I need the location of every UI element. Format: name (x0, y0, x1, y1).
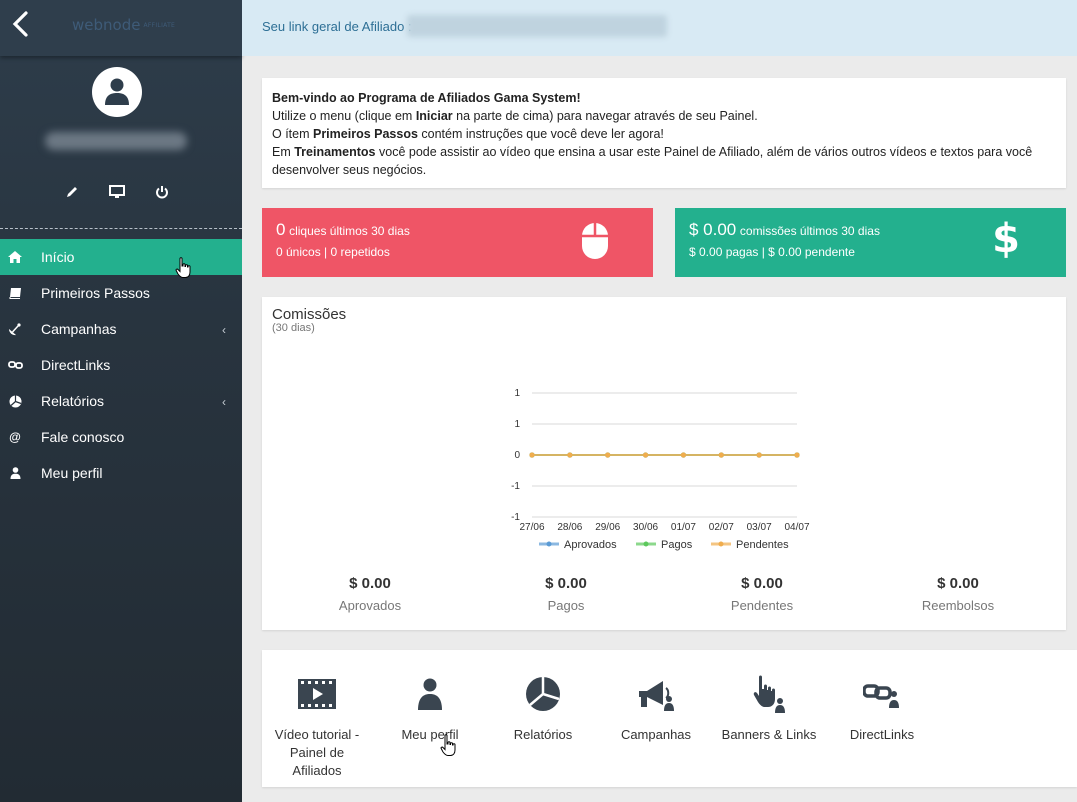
commissions-card: Comissões (30 dias) 1 1 0 -1 -1 27/06 28/06 29/… (262, 297, 1066, 630)
sidebar-item-label: Meu perfil (41, 465, 103, 481)
sidebar-item-label: Campanhas (41, 321, 117, 337)
y-tick-label: 0 (514, 450, 520, 461)
legend-swatch-dot (546, 541, 552, 547)
data-point (756, 452, 762, 458)
total-pagos: $ 0.00 Pagos (545, 575, 587, 613)
clicks-stat-card: 0 cliques últimos 30 dias 0 únicos | 0 r… (262, 208, 653, 277)
sidebar-item-label: Primeiros Passos (41, 285, 150, 301)
y-tick-label: -1 (511, 481, 520, 492)
data-point (567, 452, 573, 458)
hand-cursor-icon (440, 734, 460, 761)
data-point (794, 452, 800, 458)
affiliate-link-bar: Seu link geral de Afiliado : (242, 0, 1077, 56)
chevron-left-icon: ‹ (222, 395, 226, 409)
data-point (680, 452, 687, 458)
chevron-left-icon: ‹ (222, 323, 226, 337)
commissions-chart: 110-1-127/06 28/06 29/06 30/06 01/07 02/07 03/… (511, 388, 810, 551)
link-icon (827, 672, 937, 716)
affiliate-link-redacted[interactable] (407, 15, 667, 37)
legend-swatch-dot (643, 541, 649, 547)
sidebar-item-label: DirectLinks (41, 357, 111, 373)
x-tick-label: 04/07 (784, 522, 809, 533)
data-point (605, 452, 611, 458)
video-icon (262, 672, 372, 716)
power-icon[interactable] (153, 183, 171, 201)
sidebar-item-label: Fale conosco (41, 429, 125, 445)
welcome-card: Bem-vindo ao Programa de Afiliados Gama … (262, 78, 1066, 188)
shortcut-banners-links[interactable]: Banners & Links (714, 672, 824, 744)
affiliate-link-label: Seu link geral de Afiliado : (262, 19, 412, 34)
commissions-value: $ 0.00 (689, 220, 737, 239)
legend-label: Pendentes (736, 539, 789, 551)
sidebar-item-label: Relatórios (41, 393, 105, 409)
data-point (718, 452, 724, 458)
user-name-redacted (45, 132, 187, 150)
sidebar-item-inicio[interactable]: Início (0, 239, 242, 275)
hand-pointer-icon (714, 672, 824, 716)
welcome-line: Utilize o menu (clique em Iniciar na par… (272, 109, 758, 123)
commissions-stat-card: $ 0.00 comissões últimos 30 dias $ 0.00 … (675, 208, 1066, 277)
user-icon (105, 78, 129, 105)
divider (0, 228, 242, 229)
total-pendentes: $ 0.00 Pendentes (730, 575, 794, 613)
clicks-value: 0 (276, 220, 286, 239)
pie-chart-icon (7, 393, 23, 409)
satellite-icon (7, 321, 23, 337)
dollar-icon: $ (992, 216, 1020, 262)
book-icon (7, 285, 23, 301)
sidebar-item-relatorios[interactable]: Relatórios ‹ (0, 383, 242, 419)
legend-label: Pagos (661, 539, 693, 551)
sidebar: webnode AFFILIATE Início Primeiros Passo… (0, 0, 242, 802)
hand-cursor-icon (175, 257, 193, 282)
commissions-label: comissões últimos 30 dias (739, 224, 880, 238)
at-icon: @ (9, 430, 21, 444)
sidebar-actions (0, 183, 242, 201)
total-reembolsos: $ 0.00 Reembolsos (921, 575, 995, 613)
sidebar-item-fale-conosco[interactable]: @ Fale conosco (0, 419, 242, 455)
monitor-icon[interactable] (108, 183, 126, 201)
shortcut-video-tutorial[interactable]: Vídeo tutorial - Painel de Afiliados (262, 672, 372, 780)
shortcut-campanhas[interactable]: Campanhas (601, 672, 711, 744)
sidebar-nav: Início Primeiros Passos Campanhas ‹ Dire… (0, 239, 242, 491)
x-tick-label: 28/06 (557, 522, 582, 533)
shortcuts-card: Vídeo tutorial - Painel de Afiliados Meu… (262, 650, 1077, 787)
welcome-line: O ítem Primeiros Passos contém instruçõe… (272, 127, 664, 141)
y-tick-label: 1 (514, 419, 520, 430)
pencil-icon[interactable] (63, 183, 81, 201)
pie-chart-icon (488, 672, 598, 716)
shortcut-directlinks[interactable]: DirectLinks (827, 672, 937, 744)
legend-swatch-dot (718, 541, 724, 547)
user-icon (375, 672, 485, 716)
clicks-label: cliques últimos 30 dias (289, 224, 410, 238)
total-aprovados: $ 0.00 Aprovados (338, 575, 402, 613)
shortcut-relatorios[interactable]: Relatórios (488, 672, 598, 744)
x-tick-label: 03/07 (747, 522, 772, 533)
sidebar-item-campanhas[interactable]: Campanhas ‹ (0, 311, 242, 347)
megaphone-icon (601, 672, 711, 716)
x-tick-label: 01/07 (671, 522, 696, 533)
x-tick-label: 27/06 (519, 522, 544, 533)
logo: webnode AFFILIATE (72, 16, 176, 34)
shortcut-meu-perfil[interactable]: Meu perfil (375, 672, 485, 744)
link-icon (7, 357, 23, 373)
x-tick-label: 02/07 (709, 522, 734, 533)
welcome-title: Bem-vindo ao Programa de Afiliados Gama … (272, 91, 581, 105)
x-tick-label: 30/06 (633, 522, 658, 533)
avatar[interactable] (92, 67, 142, 117)
home-icon (7, 249, 23, 265)
back-arrow-icon[interactable] (10, 10, 32, 40)
sidebar-item-meu-perfil[interactable]: Meu perfil (0, 455, 242, 491)
sidebar-item-label: Início (41, 249, 75, 265)
y-tick-label: 1 (514, 388, 520, 399)
mouse-icon (581, 222, 609, 263)
data-point (642, 452, 649, 458)
sidebar-header: webnode AFFILIATE (0, 0, 242, 56)
sidebar-item-primeiros-passos[interactable]: Primeiros Passos (0, 275, 242, 311)
data-point (529, 452, 535, 458)
welcome-line: Em Treinamentos você pode assistir ao ví… (272, 145, 1033, 177)
sidebar-item-directlinks[interactable]: DirectLinks (0, 347, 242, 383)
legend-label: Aprovados (564, 539, 617, 551)
user-icon (7, 465, 23, 481)
x-tick-label: 29/06 (595, 522, 620, 533)
